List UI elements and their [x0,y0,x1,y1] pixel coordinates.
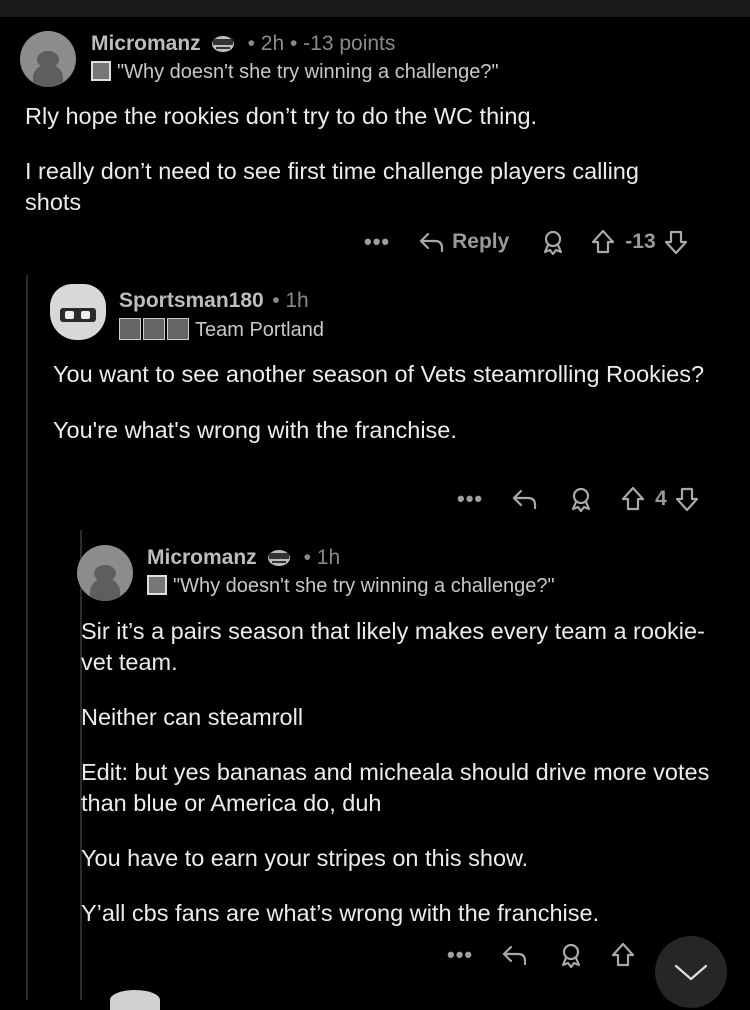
award-icon[interactable] [567,485,595,513]
comment-meta: • 2h • -13 points [247,32,396,55]
comment-paragraph: You want to see another season of Vets s… [53,361,705,387]
upvote-arrow-icon[interactable] [619,485,647,513]
vote-score: 4 [655,487,667,510]
reply-button[interactable]: Reply [418,229,509,255]
username[interactable]: Micromanz [147,546,257,569]
avatar[interactable] [77,545,133,601]
more-options-button[interactable]: ••• [447,942,473,968]
comment-paragraph: Rly hope the rookies don’t try to do the… [25,103,538,129]
comment-paragraph: Y’all cbs fans are what’s wrong with the… [81,900,600,926]
vote-score: -13 [625,230,656,253]
comment-paragraph: You have to earn your stripes on this sh… [81,845,529,871]
scroll-down-button[interactable] [655,936,727,1008]
chevron-down-icon [674,964,708,981]
avatar[interactable] [50,284,106,340]
reply-arrow-icon[interactable] [501,942,529,968]
comment-paragraph: Neither can steamroll [81,704,304,730]
top-bar [0,0,750,17]
flair-image [119,318,189,340]
upvote-arrow-icon[interactable] [609,941,637,969]
downvote-arrow-icon[interactable] [673,485,701,513]
comment-paragraph: Edit: but yes bananas and micheala shoul… [81,759,710,816]
snoovatar-badge-icon [209,32,237,59]
reply-label: Reply [452,230,510,253]
upvote-arrow-icon[interactable] [589,228,617,256]
user-flair: "Why doesn't she try winning a challenge… [173,575,555,597]
thread-line[interactable] [26,275,28,1000]
username[interactable]: Sportsman180 [119,289,264,312]
user-flair: "Why doesn't she try winning a challenge… [117,61,499,83]
comment-meta: • 1h [272,289,309,312]
avatar[interactable] [20,31,76,87]
comment-paragraph: You're what's wrong with the franchise. [53,417,457,443]
downvote-arrow-icon[interactable] [662,228,690,256]
comment-paragraph: I really don’t need to see first time ch… [25,158,639,215]
more-options-button[interactable]: ••• [457,486,483,512]
username[interactable]: Micromanz [91,32,201,55]
award-icon[interactable] [557,941,585,969]
snoovatar-badge-icon [265,546,293,573]
flair-image [147,575,167,595]
more-options-button[interactable]: ••• [364,229,390,255]
reply-arrow-icon[interactable] [511,486,539,512]
user-flair: Team Portland [195,319,324,341]
award-icon[interactable] [539,228,567,256]
avatar[interactable] [110,990,160,1010]
flair-image [91,61,111,81]
reply-arrow-icon [420,232,444,253]
comment-paragraph: Sir it’s a pairs season that likely make… [81,618,705,675]
comment-meta: • 1h [303,546,341,569]
